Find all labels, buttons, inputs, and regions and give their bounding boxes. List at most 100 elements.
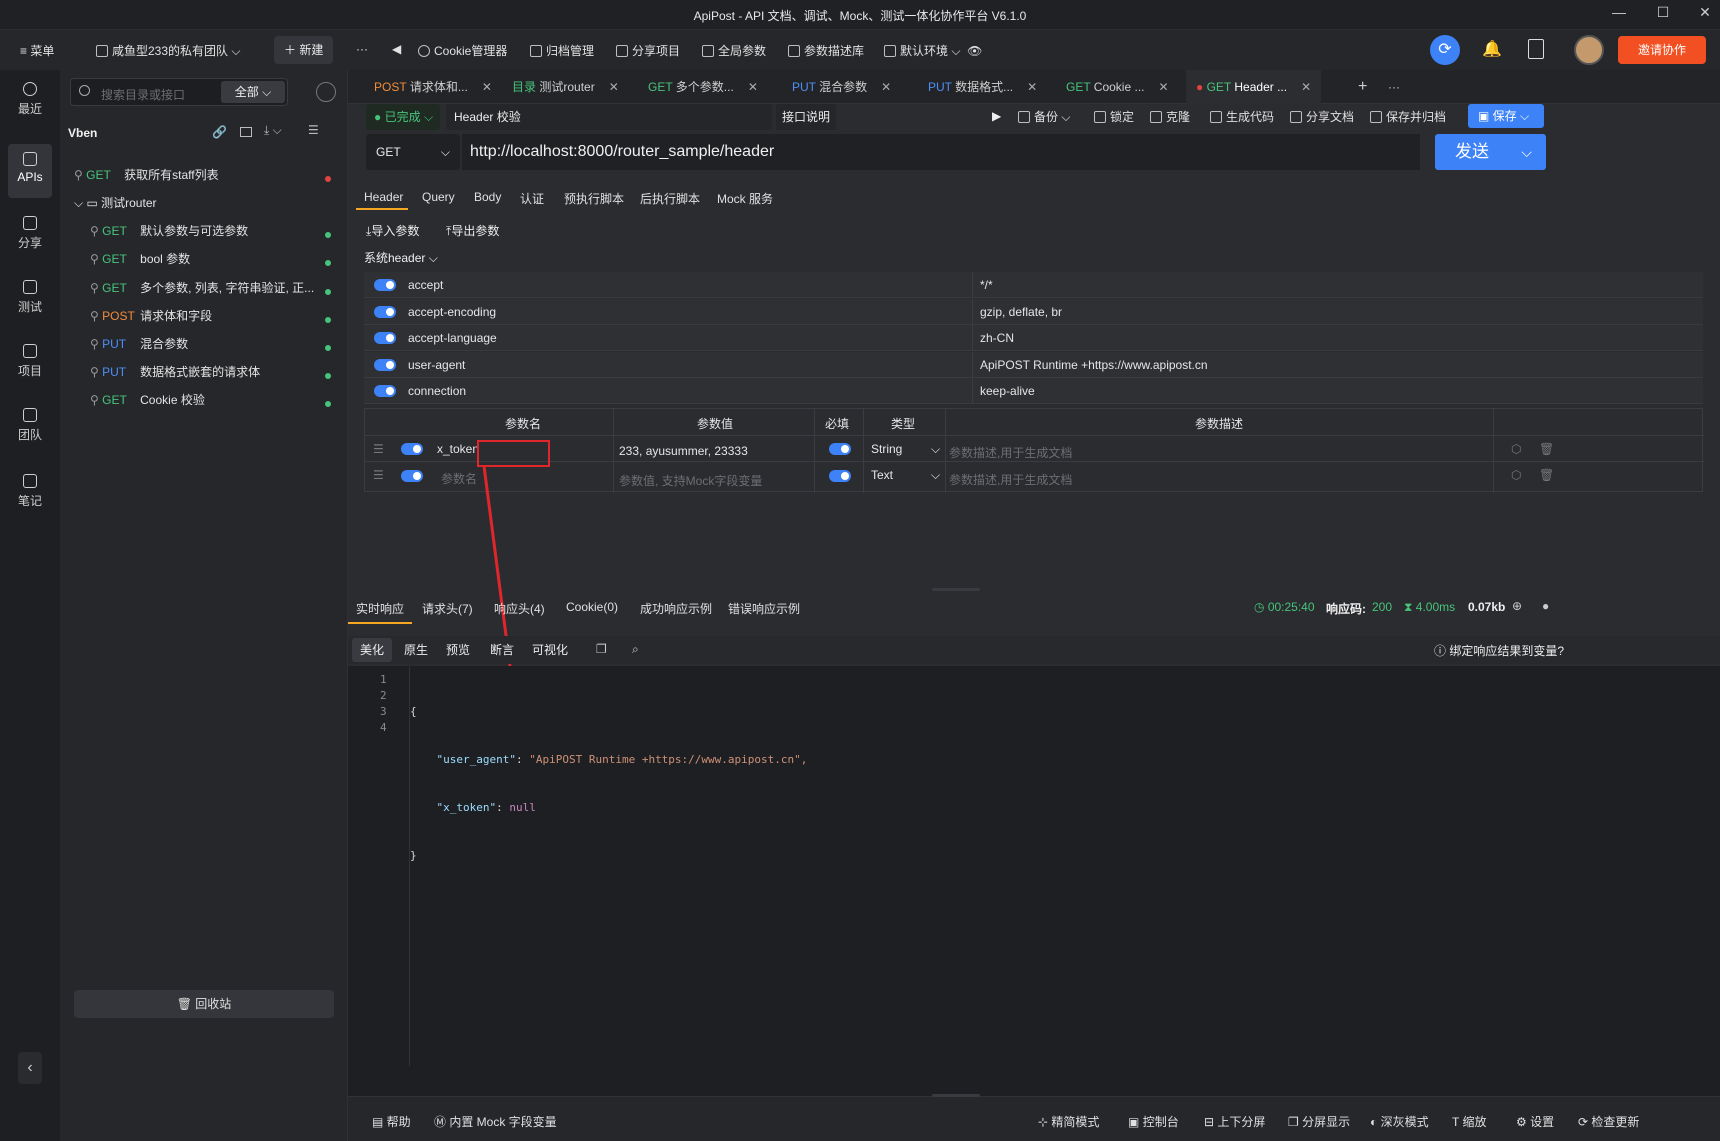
collapse-toolbar-icon[interactable]: ◀ xyxy=(392,42,401,56)
header-enable-toggle[interactable] xyxy=(374,358,396,371)
tab-request[interactable]: 目录 测试router ✕ xyxy=(502,70,629,104)
tab-request[interactable]: GET 多个参数... ✕ xyxy=(638,70,768,104)
param-name-input[interactable]: x_token xyxy=(437,442,479,456)
action-button[interactable]: 分享文档 xyxy=(1290,104,1354,130)
param-value-input[interactable]: 参数值, 支持Mock字段变量 xyxy=(619,472,762,489)
footer-button[interactable]: T 缩放 xyxy=(1452,1113,1486,1130)
tree-item[interactable]: ⚲ GET 默认参数与可选参数 xyxy=(74,222,333,248)
action-button[interactable]: 保存并归档 xyxy=(1370,104,1446,130)
menu-button[interactable]: ≡ 菜单 xyxy=(20,42,54,59)
method-select[interactable]: GET ⌵ xyxy=(366,134,460,170)
footer-button[interactable]: ⊟ 上下分屏 xyxy=(1204,1113,1265,1130)
response-tab[interactable]: Cookie(0) xyxy=(566,600,618,614)
drag-handle-icon[interactable]: ☰ xyxy=(373,468,384,482)
subtab[interactable]: Mock 服务 xyxy=(717,190,773,207)
resize-handle[interactable] xyxy=(932,588,980,591)
footer-button[interactable]: ▣ 控制台 xyxy=(1128,1113,1179,1130)
tab-request[interactable]: PUT 数据格式... ✕ xyxy=(918,70,1047,104)
minimize-icon[interactable]: — xyxy=(1604,4,1634,20)
send-dropdown-icon[interactable]: ⌵ xyxy=(1521,134,1532,170)
close-tab-icon[interactable]: ✕ xyxy=(609,80,619,94)
footer-button[interactable]: ❐ 分屏显示 xyxy=(1288,1113,1350,1130)
search-input[interactable]: 搜索目录或接口 xyxy=(101,86,185,103)
subtab[interactable]: 后执行脚本 xyxy=(640,190,700,207)
tree-item[interactable]: ⚲ PUT 混合参数 xyxy=(74,335,333,361)
request-name-input[interactable]: Header 校验 xyxy=(446,104,772,130)
team-selector[interactable]: 咸鱼型233的私有团队 ⌵ xyxy=(96,42,240,59)
close-tab-icon[interactable]: ✕ xyxy=(482,80,492,94)
search-icon[interactable]: ⌕ xyxy=(632,642,639,657)
delete-icon[interactable]: 🗑 xyxy=(1539,442,1554,456)
drag-handle-icon[interactable]: ☰ xyxy=(373,442,384,456)
collapse-sidebar-icon[interactable]: ‹ xyxy=(18,1052,42,1084)
help-button[interactable]: ▤ 帮助 xyxy=(372,1113,411,1130)
footer-button[interactable]: ◐ 深灰模式 xyxy=(1370,1113,1429,1130)
chevron-down-icon[interactable]: ⌵ xyxy=(74,196,83,210)
rail-item-recent[interactable]: 最近 xyxy=(8,74,52,128)
response-tab[interactable]: 请求头(7) xyxy=(422,600,473,617)
close-tab-icon[interactable]: ✕ xyxy=(1159,80,1169,94)
subtab[interactable]: Body xyxy=(474,190,501,204)
response-view-tab[interactable]: 可视化 xyxy=(524,638,576,662)
globe-icon[interactable]: ⊕ xyxy=(1512,599,1522,613)
close-tab-icon[interactable]: ✕ xyxy=(748,80,758,94)
run-icon[interactable]: ▶ xyxy=(992,109,1001,123)
tab-request[interactable]: ● GET Header ... ✕ xyxy=(1186,70,1322,104)
response-view-tab[interactable]: 断言 xyxy=(482,638,522,662)
notes-icon[interactable] xyxy=(1528,39,1544,59)
more-tabs-icon[interactable]: ··· xyxy=(1378,70,1410,104)
param-value-input[interactable]: 233, ayusummer, 23333 xyxy=(619,444,748,458)
close-tab-icon[interactable]: ✕ xyxy=(881,80,891,94)
footer-button[interactable]: ⚙ 设置 xyxy=(1516,1113,1554,1130)
tree-folder[interactable]: ⌵ ▭ 测试router xyxy=(74,194,333,220)
archive-button[interactable]: 归档管理 xyxy=(530,42,594,59)
param-desc-input[interactable]: 参数描述,用于生成文档 xyxy=(949,444,1072,461)
trash-button[interactable]: 🗑 回收站 xyxy=(74,990,334,1018)
header-enable-toggle[interactable] xyxy=(374,279,396,291)
cube-icon[interactable]: ⬡ xyxy=(1511,468,1521,482)
chevron-down-icon[interactable]: ⌵ xyxy=(931,442,940,457)
bind-variable-button[interactable]: ⓘ 绑定响应结果到变量? xyxy=(1434,642,1564,659)
param-lib-button[interactable]: 参数描述库 xyxy=(788,42,864,59)
filter-select[interactable]: 全部 ⌵ xyxy=(221,81,285,103)
add-tab-icon[interactable]: + xyxy=(1348,70,1377,104)
param-required-toggle[interactable] xyxy=(829,470,851,482)
locate-icon[interactable] xyxy=(316,82,336,102)
subtab[interactable]: 预执行脚本 xyxy=(564,190,624,207)
import-icon[interactable]: ⤓ ⌵ xyxy=(264,123,282,138)
cookie-manager-button[interactable]: Cookie管理器 xyxy=(418,42,507,59)
action-button[interactable]: 备份 ⌵ xyxy=(1018,104,1070,130)
response-tab[interactable]: 实时响应 xyxy=(356,600,404,617)
response-editor[interactable]: 1 2 3 4 { "user_agent": "ApiPOST Runtime +h… xyxy=(348,666,1720,1096)
sync-icon[interactable]: ⟳ xyxy=(1430,35,1460,65)
response-tab[interactable]: 响应头(4) xyxy=(494,600,545,617)
new-button[interactable]: ＋ 新建 xyxy=(274,36,334,64)
close-window-icon[interactable]: ✕ xyxy=(1690,4,1720,21)
close-tab-icon[interactable]: ✕ xyxy=(1301,80,1311,94)
param-desc-input[interactable]: 参数描述,用于生成文档 xyxy=(949,471,1072,488)
subtab[interactable]: 认证 xyxy=(520,190,544,207)
tab-request[interactable]: GET Cookie ... ✕ xyxy=(1056,70,1179,104)
save-button[interactable]: ▣ 保存 ⌵ xyxy=(1468,104,1544,128)
tree-item[interactable]: ⚲ GET bool 参数 xyxy=(74,250,333,276)
tree-item[interactable]: ⚲ POST 请求体和字段 xyxy=(74,307,333,333)
footer-button[interactable]: ⊹ 精简模式 xyxy=(1038,1113,1099,1130)
tree-item[interactable]: ⚲ GET Cookie 校验 xyxy=(74,391,333,417)
status-select[interactable]: ● 已完成 ⌵ xyxy=(366,104,440,130)
subtab[interactable]: Header xyxy=(364,190,403,204)
tree-item[interactable]: ⚲ PUT 数据格式嵌套的请求体 xyxy=(74,363,333,389)
param-type-select[interactable]: String xyxy=(871,442,902,456)
param-enable-toggle[interactable] xyxy=(401,470,423,482)
url-input[interactable]: http://localhost:8000/router_sample/head… xyxy=(462,134,1420,170)
maximize-icon[interactable]: ☐ xyxy=(1648,4,1678,21)
rail-item-test[interactable]: 测试 xyxy=(8,272,52,326)
export-params-button[interactable]: ⤒导出参数 xyxy=(446,222,499,239)
chevron-down-icon[interactable]: ⌵ xyxy=(931,468,940,483)
action-button[interactable]: 克隆 xyxy=(1150,104,1190,130)
new-folder-icon[interactable] xyxy=(240,127,252,137)
info-icon[interactable]: ● xyxy=(1542,599,1549,613)
header-enable-toggle[interactable] xyxy=(374,332,396,344)
header-enable-toggle[interactable] xyxy=(374,305,396,318)
send-button[interactable]: 发送 ⌵ xyxy=(1435,134,1546,170)
footer-button[interactable]: ⟳ 检查更新 xyxy=(1578,1113,1639,1130)
